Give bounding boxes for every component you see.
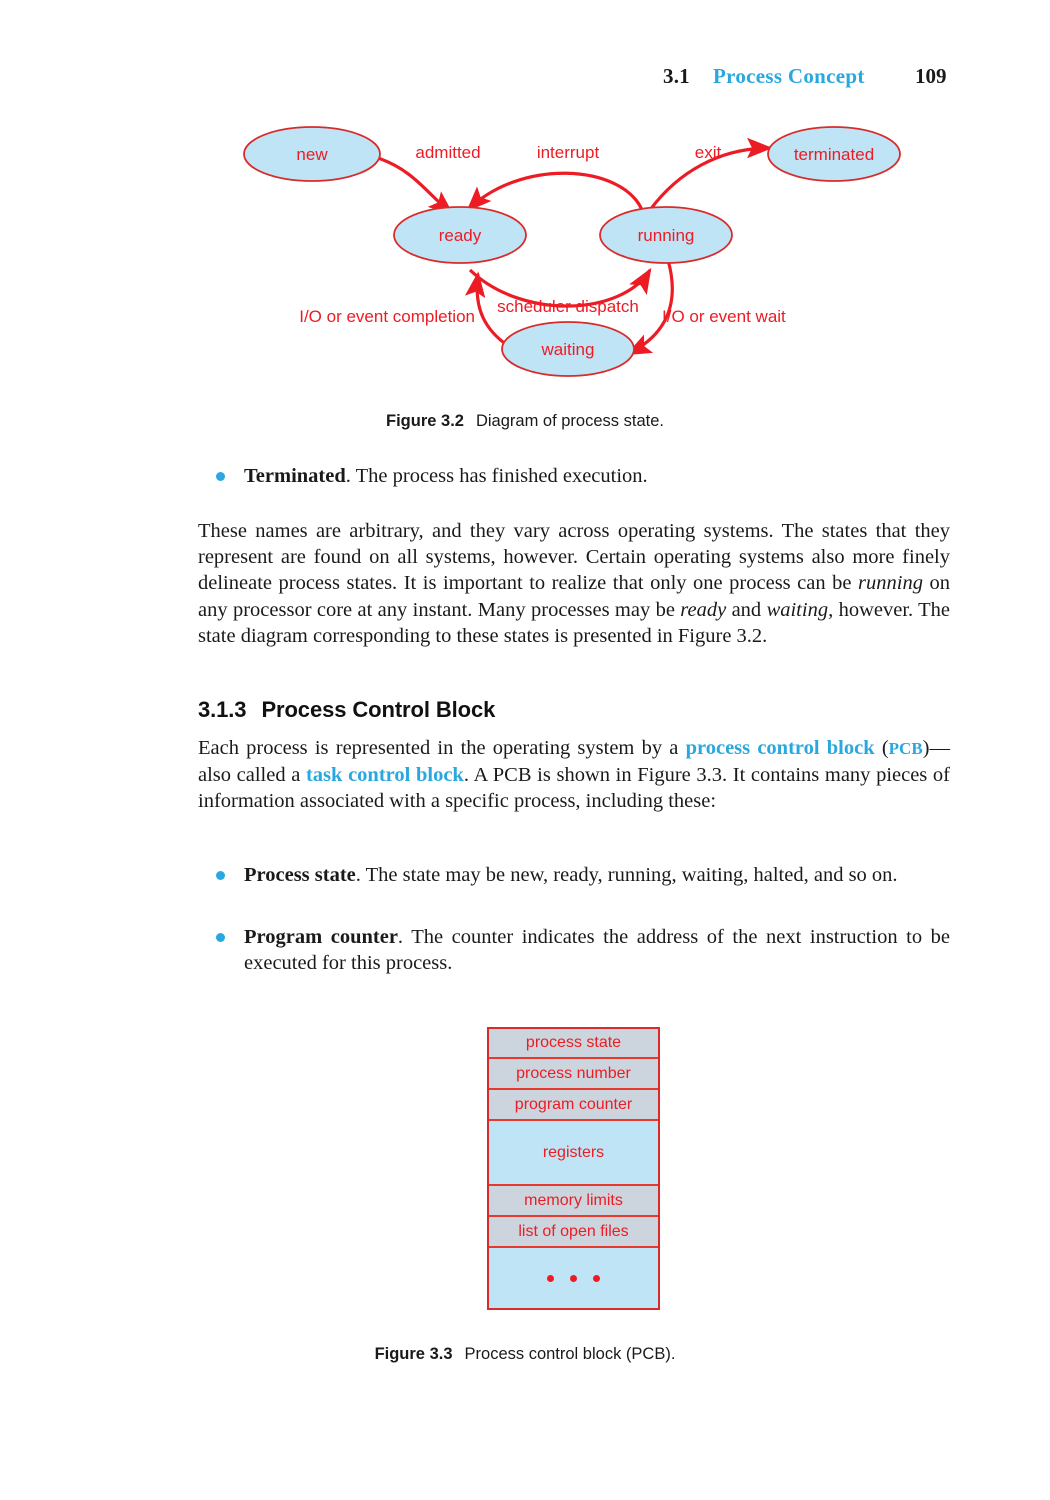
- state-node-ready: ready: [393, 206, 527, 264]
- section-heading-title: Process Control Block: [261, 697, 496, 722]
- pcb-diagram: process state process number program count…: [487, 1027, 660, 1310]
- figure-3-3-caption: Figure 3.3 Process control block (PCB).: [0, 1345, 1050, 1364]
- list-item-terminated-text: . The process has finished execution.: [345, 465, 648, 487]
- list-item-program-counter: Program counter. The counter indicates t…: [198, 924, 950, 976]
- list-item-process-state-text: . The state may be new, ready, running, …: [355, 864, 898, 886]
- pcb-row: process state: [489, 1029, 658, 1059]
- state-node-waiting-label: waiting: [541, 340, 595, 359]
- edge-admitted: [377, 156, 454, 216]
- keyword-process-control-block: process control block: [685, 737, 875, 759]
- edge-interrupt: [466, 171, 644, 212]
- italic-waiting: waiting,: [766, 598, 834, 621]
- state-node-new-label: new: [296, 145, 328, 164]
- pcb-row: memory limits: [489, 1186, 658, 1217]
- process-state-diagram: new ready running terminated waiting adm…: [230, 110, 930, 395]
- pcb-part-1: Each process is represented in the opera…: [198, 737, 686, 759]
- pcb-row-label: process state: [525, 1034, 622, 1051]
- pcb-row-label: program counter: [514, 1095, 633, 1113]
- paragraph-pcb-intro: Each process is represented in the opera…: [198, 735, 950, 815]
- pcb-row: program counter: [489, 1090, 658, 1121]
- keyword-task-control-block: task control block: [305, 764, 464, 787]
- state-node-terminated-label: terminated: [794, 145, 874, 164]
- header-section-title: Process Concept: [713, 64, 865, 88]
- abbrev-pcb: PCB: [888, 739, 923, 758]
- edge-label-exit: exit: [695, 143, 722, 162]
- pcb-row-label: memory limits: [524, 1191, 623, 1209]
- figure-3-2-caption-text: Diagram of process state.: [475, 412, 664, 430]
- edge-label-interrupt: interrupt: [537, 143, 600, 162]
- list-item-terminated: Terminated. The process has finished exe…: [198, 463, 950, 489]
- pcb-row: process number: [489, 1059, 658, 1090]
- list-item-program-counter-term: Program counter: [244, 926, 398, 948]
- pcb-row: list of open files: [489, 1217, 658, 1248]
- edge-label-admitted: admitted: [415, 143, 480, 162]
- figure-3-2-caption: Figure 3.2 Diagram of process state.: [0, 412, 1050, 431]
- header-section-number: 3.1: [663, 64, 690, 88]
- edge-label-io-event-completion: I/O or event completion: [299, 307, 475, 326]
- edge-label-io-event-wait: I/O or event wait: [662, 307, 786, 326]
- pcb-row-label: process number: [516, 1064, 631, 1082]
- pcb-part-2: (: [874, 737, 889, 759]
- list-item-process-state-term: Process state: [244, 864, 356, 886]
- state-node-running-label: running: [638, 226, 695, 245]
- figure-3-3-caption-text: Process control block (PCB).: [464, 1345, 676, 1363]
- pcb-row: registers: [489, 1121, 658, 1186]
- section-heading-3-1-3: 3.1.3 Process Control Block: [198, 697, 950, 723]
- paragraph-part-1: These names are arbitrary, and they vary…: [198, 520, 950, 595]
- page-number: 109: [915, 64, 947, 88]
- state-node-running: running: [599, 206, 733, 264]
- state-node-waiting: waiting: [501, 321, 635, 377]
- edge-label-scheduler-dispatch: scheduler dispatch: [497, 297, 639, 316]
- bullet-icon: [216, 472, 225, 481]
- figure-3-3-caption-label: Figure 3.3: [374, 1345, 453, 1363]
- italic-ready: ready: [680, 598, 727, 621]
- state-node-new: new: [243, 126, 381, 182]
- italic-running: running: [858, 572, 923, 595]
- bullet-icon: [216, 933, 225, 942]
- pcb-row-label: registers: [542, 1143, 605, 1161]
- figure-3-2-caption-label: Figure 3.2: [386, 412, 464, 430]
- ellipsis-icon: [547, 1274, 600, 1282]
- state-node-ready-label: ready: [439, 226, 482, 245]
- page-header: 3.1 Process Concept 109: [0, 64, 1050, 96]
- list-item-terminated-term: Terminated: [244, 465, 346, 487]
- state-node-terminated: terminated: [767, 126, 901, 182]
- bullet-icon: [216, 871, 225, 880]
- paragraph-part-3: and: [726, 598, 767, 621]
- pcb-row-ellipsis: [489, 1248, 658, 1308]
- section-heading-number: 3.1.3: [198, 697, 247, 722]
- list-item-process-state: Process state. The state may be new, rea…: [198, 862, 950, 888]
- pcb-row-label: list of open files: [518, 1222, 629, 1240]
- paragraph-process-names: These names are arbitrary, and they vary…: [198, 518, 950, 649]
